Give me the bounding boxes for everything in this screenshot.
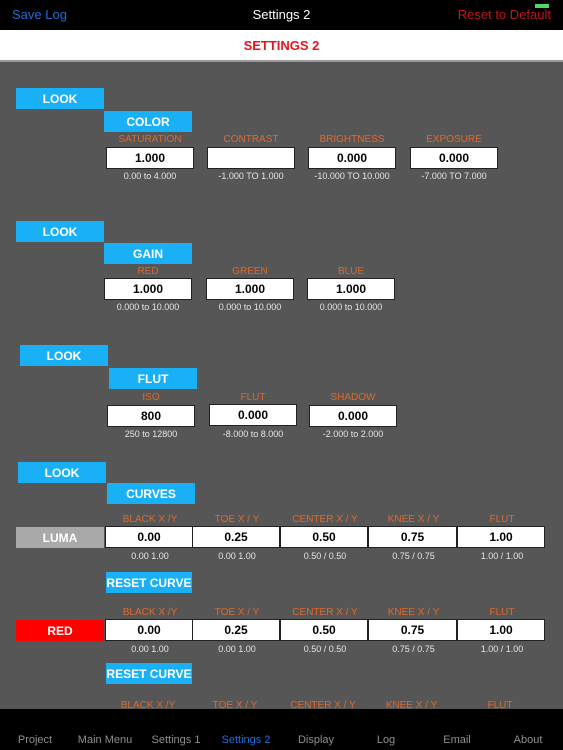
curve-row-label-red[interactable]: RED [16,620,104,641]
tab-about[interactable]: About [514,734,543,746]
contrast-input[interactable] [207,147,295,169]
reset-to-default-button[interactable]: Reset to Default [458,7,551,22]
exposure-label: EXPOSURE [426,134,482,145]
flut-label: FLUT [240,392,266,403]
contrast-label: CONTRAST [223,134,279,145]
tab-settings-2[interactable]: Settings 2 [222,734,271,746]
gain-blue-input[interactable]: 1.000 [307,278,395,300]
curve-luma-range: 1.00 / 1.00 [480,551,524,561]
gain-green-range: 0.000 to 10.000 [218,302,282,312]
tab-display[interactable]: Display [298,734,334,746]
exposure-range: -7.000 TO 7.000 [421,171,487,181]
curve-column-label: CENTER X / Y [292,514,358,525]
iso-input[interactable]: 800 [107,405,195,427]
curve-column-label: TOE X / Y [214,607,260,618]
curves-section-label[interactable]: CURVES [107,483,195,504]
shadow-label: SHADOW [330,392,376,403]
look-group-label[interactable]: LOOK [16,88,104,109]
curve-column-label: BLACK X /Y [122,607,178,618]
page-title: SETTINGS 2 [243,38,320,53]
curve-luma-input[interactable]: 1.00 [457,526,545,548]
tab-email[interactable]: Email [443,734,471,746]
curve-red-input[interactable]: 0.75 [368,619,457,641]
curve-column-label: KNEE X / Y [387,514,440,525]
reset-curve-button[interactable]: RESET CURVE [106,663,192,684]
brightness-input[interactable]: 0.000 [308,147,396,169]
flut-range: -8.000 to 8.000 [222,429,284,439]
curve-red-input[interactable]: 0.50 [280,619,368,641]
tab-settings-1[interactable]: Settings 1 [152,734,201,746]
curve-red-input[interactable]: 0.25 [192,619,280,641]
gain-blue-range: 0.000 to 10.000 [319,302,383,312]
reset-curve-button[interactable]: RESET CURVE [106,572,192,593]
curve-luma-input[interactable]: 0.25 [192,526,280,548]
brightness-label: BRIGHTNESS [319,134,385,145]
curve-column-label: TOE X / Y [214,514,260,525]
navigation-bar: Save Log Settings 2 Reset to Default [0,0,563,30]
shadow-input[interactable]: 0.000 [309,405,397,427]
tab-bar: Project Main Menu Settings 1 Settings 2 Disp… [0,709,563,750]
gain-red-range: 0.000 to 10.000 [116,302,180,312]
gain-red-label: RED [137,266,159,277]
look-group-label[interactable]: LOOK [20,345,108,366]
flut-section-label[interactable]: FLUT [109,368,197,389]
gain-green-label: GREEN [232,266,268,277]
exposure-input[interactable]: 0.000 [410,147,498,169]
tab-main-menu[interactable]: Main Menu [78,734,132,746]
color-section-label[interactable]: COLOR [104,111,192,132]
gain-green-input[interactable]: 1.000 [206,278,294,300]
page-header: SETTINGS 2 [0,30,563,62]
saturation-input[interactable]: 1.000 [106,147,194,169]
curve-luma-input[interactable]: 0.75 [368,526,457,548]
battery-icon [535,4,549,8]
shadow-range: -2.000 to 2.000 [322,429,384,439]
tab-log[interactable]: Log [377,734,395,746]
curve-red-range: 1.00 / 1.00 [480,644,524,654]
curve-column-label: KNEE X / Y [387,607,440,618]
curve-column-label: FLUT [489,607,515,618]
gain-blue-label: BLUE [337,266,365,277]
saturation-range: 0.00 to 4.000 [123,171,177,181]
tab-project[interactable]: Project [18,734,52,746]
curve-column-label: FLUT [489,514,515,525]
curve-red-input[interactable]: 0.00 [105,619,193,641]
iso-range: 250 to 12800 [124,429,178,439]
saturation-label: SATURATION [118,134,182,145]
curve-luma-input[interactable]: 0.50 [280,526,368,548]
gain-section-label[interactable]: GAIN [104,243,192,264]
curve-row-label-luma[interactable]: LUMA [16,527,104,548]
curve-luma-input[interactable]: 0.00 [105,526,193,548]
look-group-label[interactable]: LOOK [18,462,106,483]
iso-label: ISO [142,392,160,403]
curve-column-label: CENTER X / Y [292,607,358,618]
flut-input[interactable]: 0.000 [209,404,297,426]
brightness-range: -10.000 TO 10.000 [314,171,390,181]
gain-red-input[interactable]: 1.000 [104,278,192,300]
curve-red-input[interactable]: 1.00 [457,619,545,641]
curve-column-label: BLACK X /Y [122,514,178,525]
contrast-range: -1.000 TO 1.000 [218,171,284,181]
look-group-label[interactable]: LOOK [16,221,104,242]
